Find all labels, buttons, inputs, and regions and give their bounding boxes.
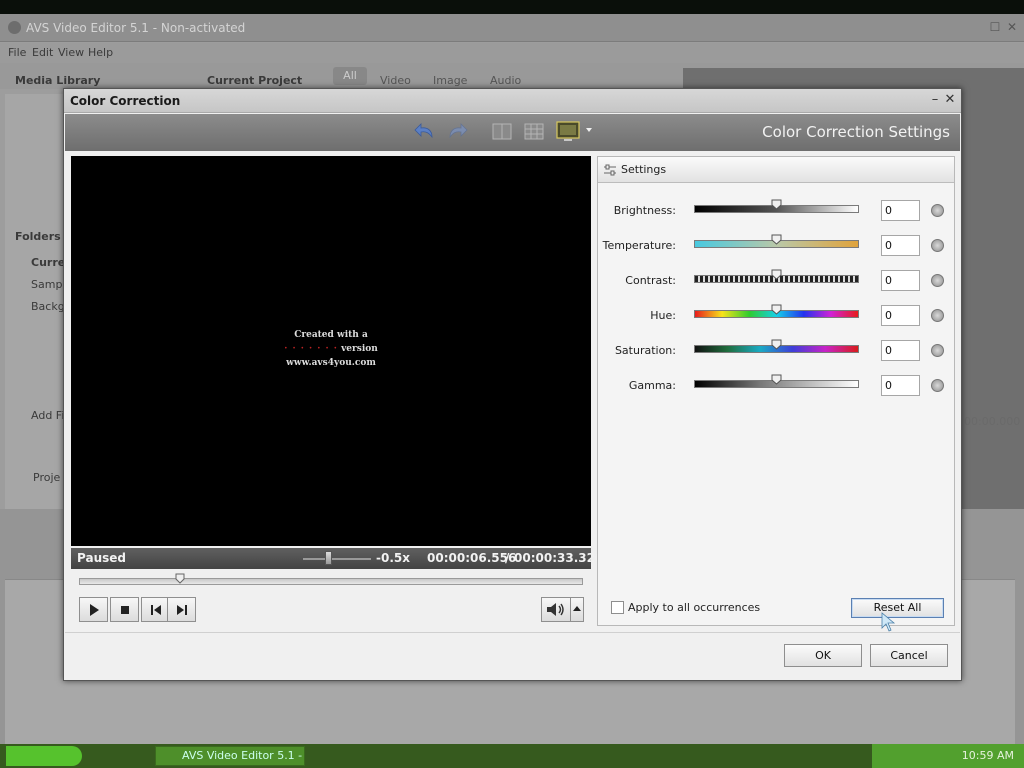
- app-menubar: File Edit View Help: [0, 43, 1024, 63]
- playback-state: Paused: [77, 551, 126, 565]
- gamma-label: Gamma:: [628, 379, 676, 392]
- gamma-slider-thumb[interactable]: [771, 374, 782, 385]
- footer-divider: [65, 632, 960, 633]
- speed-value: -0.5x: [376, 551, 410, 565]
- settings-title: Settings: [621, 163, 667, 176]
- hue-label: Hue:: [650, 309, 676, 322]
- app-close-icon[interactable]: ✕: [1005, 20, 1019, 34]
- gamma-reset-icon[interactable]: [931, 379, 944, 392]
- watermark-version-text: version: [341, 344, 378, 354]
- filter-audio-tab[interactable]: Audio: [490, 74, 521, 87]
- apply-all-checkbox[interactable]: [611, 601, 624, 614]
- contrast-reset-icon[interactable]: [931, 274, 944, 287]
- dialog-titlebar: Color Correction – ✕: [64, 89, 961, 113]
- saturation-reset-icon[interactable]: [931, 344, 944, 357]
- hue-slider-thumb[interactable]: [771, 304, 782, 315]
- next-frame-button[interactable]: [167, 597, 196, 622]
- toolbar-title: Color Correction Settings: [762, 123, 950, 141]
- watermark-line-2: · · · · · · · version: [71, 344, 591, 354]
- project-button[interactable]: Proje: [33, 471, 60, 484]
- speed-slider-track[interactable]: [303, 558, 371, 560]
- video-preview: Created with a · · · · · · · version www…: [71, 156, 591, 546]
- saturation-input[interactable]: 0: [881, 340, 920, 361]
- watermark-line-1: Created with a: [294, 330, 368, 340]
- app-left-panel: Folders Curre Sampl Backgi Add Fi Proje: [5, 94, 68, 524]
- contrast-input[interactable]: 0: [881, 270, 920, 291]
- sliders-icon: [603, 164, 617, 179]
- folder-current[interactable]: Curre: [31, 256, 65, 269]
- folders-label: Folders: [15, 230, 61, 243]
- menu-view[interactable]: View: [58, 46, 84, 59]
- current-time: 00:00:06.556: [427, 551, 517, 565]
- ok-button[interactable]: OK: [784, 644, 862, 667]
- cancel-button[interactable]: Cancel: [870, 644, 948, 667]
- speaker-icon: [542, 603, 570, 624]
- color-correction-dialog: Color Correction – ✕ Color Correction Se…: [63, 88, 962, 681]
- contrast-slider-thumb[interactable]: [771, 269, 782, 280]
- saturation-slider-thumb[interactable]: [771, 339, 782, 350]
- add-files-button[interactable]: Add Fi: [31, 409, 64, 422]
- app-logo-icon: [8, 21, 21, 34]
- filter-video-tab[interactable]: Video: [380, 74, 411, 87]
- playback-status-bar: Paused -0.5x 00:00:06.556 / 00:00:33.320: [71, 548, 603, 569]
- volume-dropdown-button[interactable]: [570, 597, 584, 622]
- system-tray: 10:59 AM: [872, 744, 1024, 768]
- apply-all-label: Apply to all occurrences: [628, 601, 761, 614]
- app-maximize-icon[interactable]: ☐: [988, 20, 1002, 34]
- app-titlebar: AVS Video Editor 5.1 - Non-activated ☐ ✕: [0, 14, 1024, 42]
- folder-samples[interactable]: Sampl: [31, 278, 65, 291]
- start-button[interactable]: [6, 746, 82, 766]
- saturation-label: Saturation:: [614, 344, 676, 357]
- grid-view-icon[interactable]: [520, 119, 548, 145]
- brightness-reset-icon[interactable]: [931, 204, 944, 217]
- menu-edit[interactable]: Edit: [32, 46, 53, 59]
- hue-input[interactable]: 0: [881, 305, 920, 326]
- split-view-icon[interactable]: [488, 119, 516, 145]
- speed-slider-thumb[interactable]: [325, 551, 332, 565]
- seek-bar[interactable]: [79, 578, 583, 585]
- media-library-label: Media Library: [15, 74, 101, 87]
- hue-reset-icon[interactable]: [931, 309, 944, 322]
- chevron-up-icon: [571, 606, 583, 624]
- filter-all-tab[interactable]: All: [333, 67, 367, 85]
- current-project-label: Current Project: [207, 74, 303, 87]
- desktop-top-strip: [0, 0, 1024, 14]
- app-timecode: 00:00.000: [964, 415, 1021, 428]
- tray-clock: 10:59 AM: [961, 749, 1014, 762]
- app-title: AVS Video Editor 5.1 - Non-activated: [26, 21, 246, 35]
- redo-icon[interactable]: [443, 119, 471, 145]
- reset-all-button[interactable]: Reset All: [851, 598, 944, 618]
- watermark-line-3: www.avs4you.com: [286, 358, 376, 368]
- gamma-input[interactable]: 0: [881, 375, 920, 396]
- temperature-label: Temperature:: [602, 239, 676, 252]
- menu-file[interactable]: File: [8, 46, 26, 59]
- undo-icon[interactable]: [411, 119, 439, 145]
- menu-help[interactable]: Help: [88, 46, 113, 59]
- close-icon[interactable]: ✕: [943, 92, 957, 108]
- filter-image-tab[interactable]: Image: [433, 74, 467, 87]
- stop-button[interactable]: [110, 597, 139, 622]
- temperature-reset-icon[interactable]: [931, 239, 944, 252]
- settings-panel: Settings Brightness: 0 Temperature: 0 Co…: [597, 156, 955, 626]
- taskbar: AVS Video Editor 5.1 - 10:59 AM: [0, 744, 1024, 768]
- settings-header: Settings: [598, 157, 954, 183]
- total-time: 00:00:33.320: [514, 551, 604, 565]
- watermark-red-text: · · · · · · ·: [284, 344, 338, 354]
- dialog-toolbar: Color Correction Settings: [65, 114, 960, 151]
- play-button[interactable]: [79, 597, 108, 622]
- time-separator: /: [505, 551, 510, 565]
- temperature-slider-thumb[interactable]: [771, 234, 782, 245]
- temperature-input[interactable]: 0: [881, 235, 920, 256]
- brightness-input[interactable]: 0: [881, 200, 920, 221]
- monitor-icon[interactable]: [554, 119, 594, 145]
- minimize-icon[interactable]: –: [928, 92, 942, 108]
- brightness-slider-thumb[interactable]: [771, 199, 782, 210]
- taskbar-item-avs[interactable]: AVS Video Editor 5.1 -: [155, 746, 305, 766]
- brightness-label: Brightness:: [613, 204, 676, 217]
- previous-frame-button[interactable]: [141, 597, 170, 622]
- dialog-title: Color Correction: [70, 94, 181, 108]
- contrast-label: Contrast:: [625, 274, 676, 287]
- seek-thumb[interactable]: [175, 573, 185, 584]
- volume-button[interactable]: [541, 597, 571, 622]
